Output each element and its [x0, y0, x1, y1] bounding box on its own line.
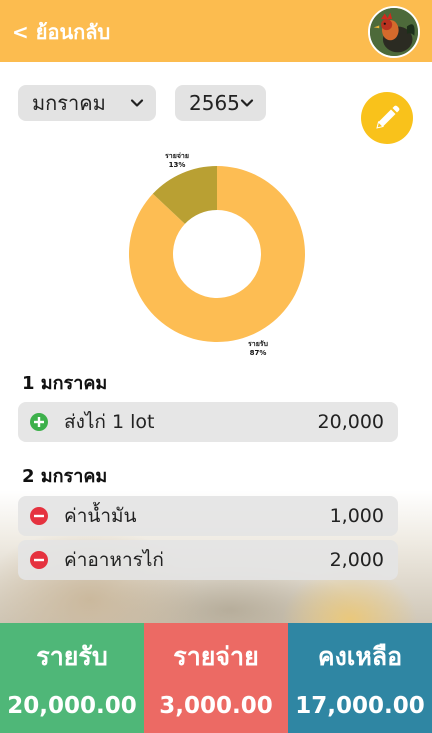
transaction-amount: 2,000: [329, 549, 384, 571]
income-title: รายรับ: [36, 642, 108, 671]
transaction-label: ส่งไก่ 1 lot: [64, 411, 155, 433]
transaction-row[interactable]: ส่งไก่ 1 lot 20,000: [18, 402, 398, 442]
expense-summary: รายจ่าย 3,000.00: [144, 623, 288, 733]
slice-category-label: รายจ่าย: [165, 152, 189, 160]
plus-circle-icon: [30, 413, 48, 431]
expense-title: รายจ่าย: [173, 642, 259, 671]
income-summary: รายรับ 20,000.00: [0, 623, 144, 733]
transaction-row[interactable]: ค่าน้ำมัน 1,000: [18, 496, 398, 536]
balance-title: คงเหลือ: [317, 642, 403, 671]
avatar[interactable]: [368, 6, 420, 58]
month-select[interactable]: มกราคม: [18, 85, 156, 121]
balance-total: 17,000.00: [295, 693, 425, 719]
transaction-label: ค่าน้ำมัน: [64, 505, 137, 527]
edit-button[interactable]: [361, 92, 413, 144]
date-heading: 1 มกราคม: [22, 373, 108, 394]
income-total: 20,000.00: [7, 693, 137, 719]
minus-circle-icon: [30, 551, 48, 569]
pencil-icon: [376, 105, 400, 129]
year-value: 2565: [189, 91, 240, 115]
income-expense-donut-chart: รายรับ 87% รายจ่าย 13%: [0, 140, 432, 365]
expense-total: 3,000.00: [159, 693, 273, 719]
minus-circle-icon: [30, 507, 48, 525]
slice-percent-label: 87%: [250, 349, 267, 357]
transaction-amount: 1,000: [329, 505, 384, 527]
chevron-down-icon: [130, 99, 144, 107]
back-button[interactable]: < ย้อนกลับ: [12, 16, 110, 48]
month-value: มกราคม: [32, 91, 106, 115]
year-select[interactable]: 2565: [175, 85, 266, 121]
transaction-label: ค่าอาหารไก่: [64, 549, 164, 571]
slice-category-label: รายรับ: [248, 340, 269, 348]
app-header: < ย้อนกลับ: [0, 0, 432, 62]
balance-summary: คงเหลือ 17,000.00: [288, 623, 432, 733]
rooster-icon: [370, 8, 418, 56]
transaction-amount: 20,000: [317, 411, 384, 433]
transaction-row[interactable]: ค่าอาหารไก่ 2,000: [18, 540, 398, 580]
slice-percent-label: 13%: [169, 161, 186, 169]
summary-bar: รายรับ 20,000.00 รายจ่าย 3,000.00 คงเหลื…: [0, 623, 432, 733]
chevron-down-icon: [240, 99, 254, 107]
date-heading: 2 มกราคม: [22, 466, 108, 487]
